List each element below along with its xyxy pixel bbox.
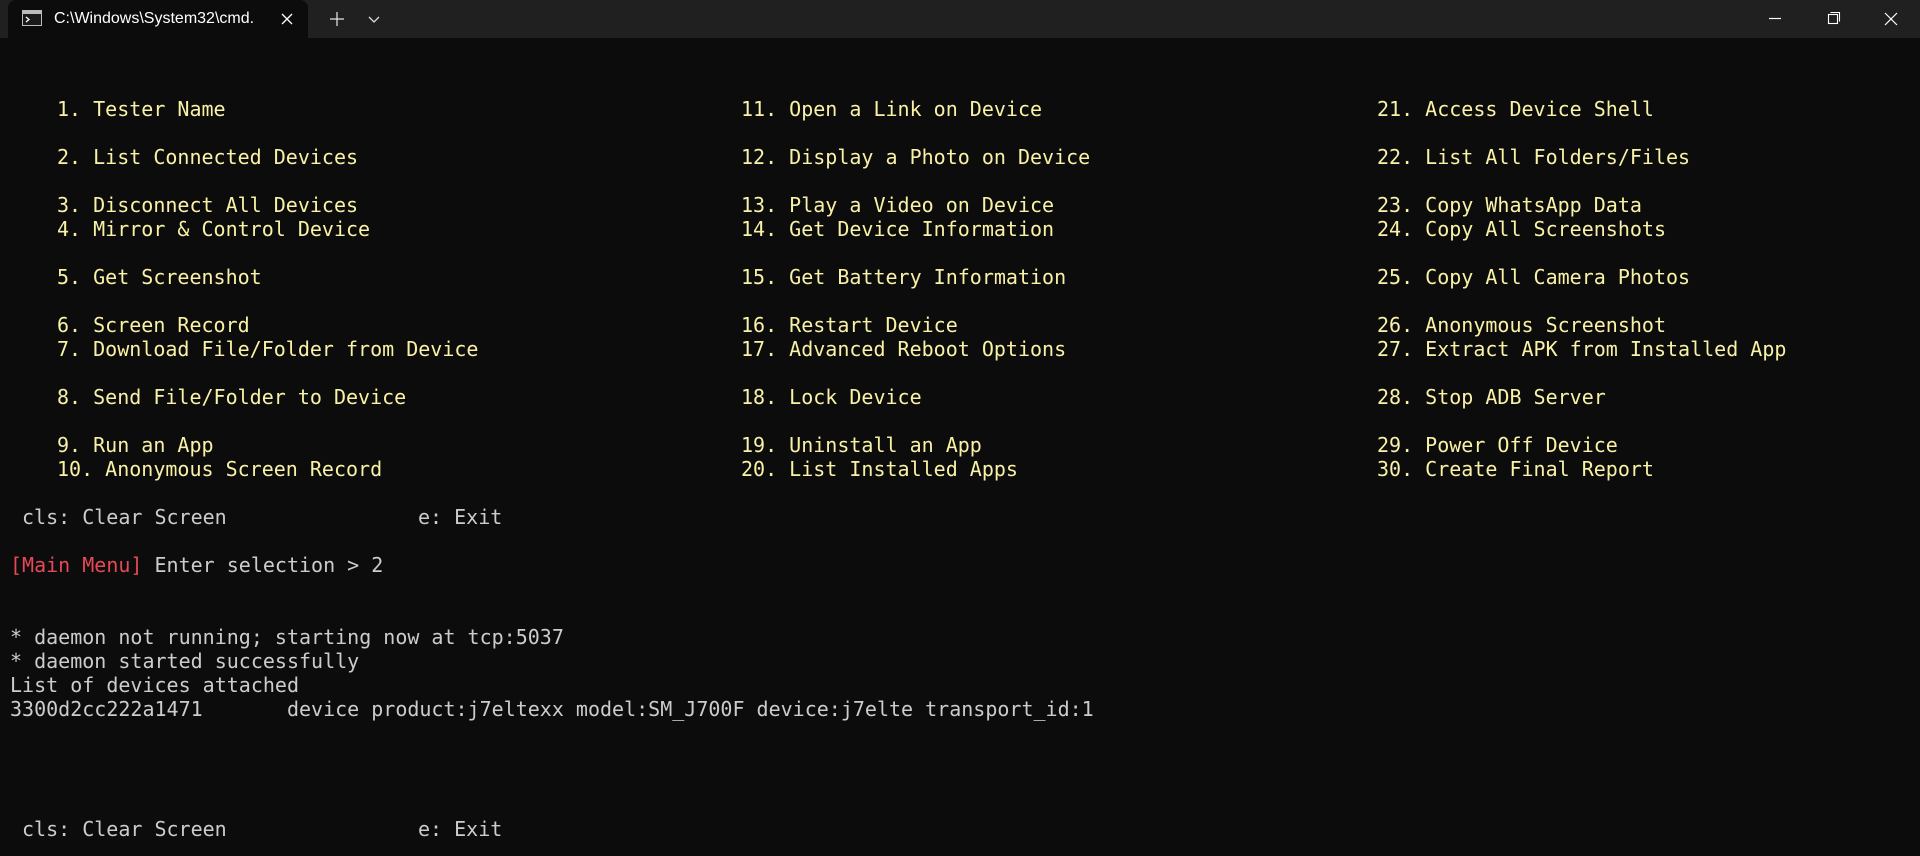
output-line: * daemon not running; starting now at tc… xyxy=(10,625,564,649)
new-tab-plus-icon[interactable] xyxy=(324,6,350,32)
menu-item: 8. Send File/Folder to Device xyxy=(57,385,407,409)
menu-item: 30. Create Final Report xyxy=(1377,457,1654,481)
menu-item: 2. List Connected Devices xyxy=(57,145,359,169)
menu-item: 10. Anonymous Screen Record xyxy=(57,457,383,481)
menu-item: 6. Screen Record xyxy=(57,313,250,337)
menu-item: 14. Get Device Information xyxy=(741,217,1055,241)
menu-item: 21. Access Device Shell xyxy=(1377,97,1654,121)
menu-item: 13. Play a Video on Device xyxy=(741,193,1055,217)
close-window-icon[interactable] xyxy=(1862,0,1920,38)
menu-item: 20. List Installed Apps xyxy=(741,457,1018,481)
terminal-tab[interactable]: C:\Windows\System32\cmd. xyxy=(8,0,308,38)
menu-item: 4. Mirror & Control Device xyxy=(57,217,371,241)
exit-hint: e: Exit xyxy=(418,505,503,529)
menu-item: 5. Get Screenshot xyxy=(57,265,262,289)
menu-item: 9. Run an App xyxy=(57,433,214,457)
restore-icon[interactable] xyxy=(1804,0,1862,38)
menu-item: 17. Advanced Reboot Options xyxy=(741,337,1067,361)
menu-item: 23. Copy WhatsApp Data xyxy=(1377,193,1642,217)
menu-item: 24. Copy All Screenshots xyxy=(1377,217,1666,241)
output-line: * daemon started successfully xyxy=(10,649,360,673)
minimize-icon[interactable] xyxy=(1746,0,1804,38)
menu-item: 12. Display a Photo on Device xyxy=(741,145,1091,169)
output-line: List of devices attached xyxy=(10,673,299,697)
console-output[interactable]: 1. Tester Name 2. List Connected Devices… xyxy=(0,38,1920,856)
clear-screen-hint: cls: Clear Screen xyxy=(22,505,227,529)
menu-item: 22. List All Folders/Files xyxy=(1377,145,1691,169)
terminal-icon xyxy=(22,10,42,26)
menu-item: 28. Stop ADB Server xyxy=(1377,385,1606,409)
menu-item: 3. Disconnect All Devices xyxy=(57,193,359,217)
output-line: 3300d2cc222a1471 device product:j7eltexx… xyxy=(10,697,1094,721)
menu-item: 29. Power Off Device xyxy=(1377,433,1618,457)
close-tab-icon[interactable] xyxy=(276,8,298,30)
menu-item: 25. Copy All Camera Photos xyxy=(1377,265,1691,289)
menu-item: 7. Download File/Folder from Device xyxy=(57,337,479,361)
prompt-tag: [Main Menu] xyxy=(10,553,143,577)
menu-item: 11. Open a Link on Device xyxy=(741,97,1043,121)
clear-screen-hint: cls: Clear Screen xyxy=(22,817,227,841)
title-bar: C:\Windows\System32\cmd. xyxy=(0,0,1920,38)
menu-item: 27. Extract APK from Installed App xyxy=(1377,337,1787,361)
menu-item: 16. Restart Device xyxy=(741,313,958,337)
exit-hint: e: Exit xyxy=(418,817,503,841)
menu-item: 1. Tester Name xyxy=(57,97,226,121)
menu-item: 18. Lock Device xyxy=(741,385,922,409)
menu-item: 26. Anonymous Screenshot xyxy=(1377,313,1666,337)
chevron-down-icon[interactable] xyxy=(361,6,387,32)
prompt-text: Enter selection > 2 xyxy=(142,553,384,577)
tab-title: C:\Windows\System32\cmd. xyxy=(54,10,255,27)
menu-item: 19. Uninstall an App xyxy=(741,433,982,457)
command-prompt[interactable]: [Main Menu] Enter selection > 2 xyxy=(10,553,383,577)
menu-item: 15. Get Battery Information xyxy=(741,265,1067,289)
